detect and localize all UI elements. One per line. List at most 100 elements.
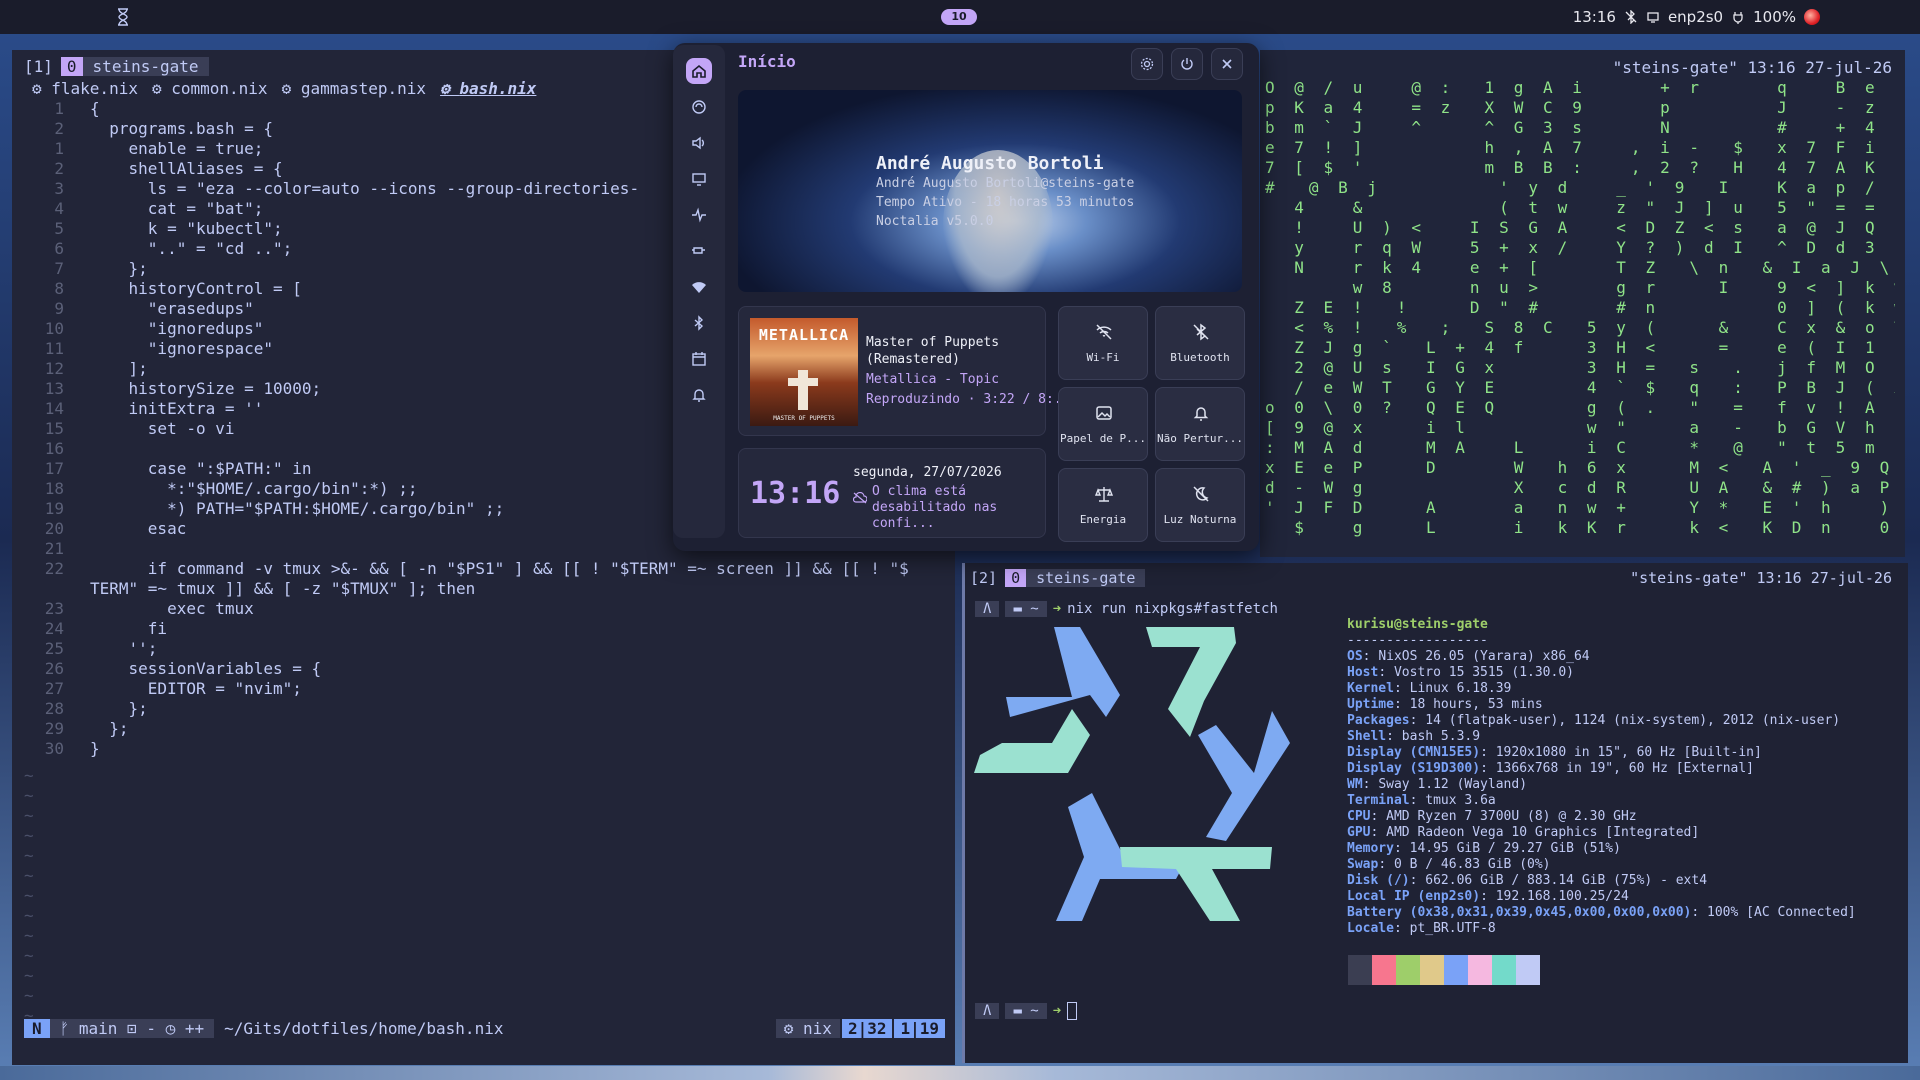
image-icon [1096,406,1112,420]
profile-uptime: Tempo Ativo - 18 horas 53 minutos [876,195,1135,210]
code-text: ]; [90,359,148,378]
info-row: Uptime: 18 hours, 53 mins [1347,697,1856,713]
volume-icon[interactable] [686,130,712,156]
line-number: 3 [54,179,64,198]
line-number: 22 [44,559,64,578]
settings-button[interactable] [1131,48,1163,80]
nix-icon: Ʌ [975,1003,1000,1019]
code-text: { [90,99,100,118]
tmux-status-bottom: [2] 0 steins-gate [970,569,1146,587]
line-number: 23 [44,599,64,618]
line-number: 27 [44,679,64,698]
night-light-toggle[interactable]: Luz Noturna [1155,468,1245,542]
code-text: historyControl = [ [90,279,302,298]
line-number: 1 [54,139,64,158]
code-text: programs.bash = { [90,119,274,138]
wallpaper-strip [0,1066,1920,1080]
bluetooth-off-icon[interactable] [1624,10,1638,24]
buffer-tab[interactable]: ⚙ flake.nix [32,79,138,98]
matrix-row: $ g L i k K r k < K D n 0 o [1265,518,1895,537]
hourglass-icon[interactable] [116,8,130,26]
info-row: Display (S19D300): 1366x768 in 19", 60 H… [1347,761,1856,777]
color-swatch [1444,955,1468,985]
tmux-window-name[interactable]: steins-gate [1026,569,1146,587]
code-text: fi [90,619,168,638]
cloud-off-icon [853,492,867,504]
info-colon: : [1480,745,1496,760]
buffer-tab-active[interactable]: ⚙ bash.nix [440,79,536,98]
do-not-disturb-toggle[interactable]: Não Pertur... [1155,387,1245,461]
code-line[interactable]: 28 }; [20,699,909,719]
tmux-window-number[interactable]: 0 [1005,569,1027,587]
code-line[interactable]: 25 ''; [20,639,909,659]
code-line[interactable]: 30} [20,739,909,759]
display-icon[interactable] [686,166,712,192]
line-number: 13 [44,379,64,398]
wallpaper-toggle[interactable]: Papel de P... [1058,387,1148,461]
power-plug-icon[interactable] [686,238,712,264]
folder-icon: ▬ ~ [1005,601,1047,617]
buffer-tab[interactable]: ⚙ common.nix [152,79,268,98]
info-key: Shell [1347,729,1387,744]
clock-text[interactable]: 13:16 [1573,8,1616,26]
code-line[interactable]: 26 sessionVariables = { [20,659,909,679]
energy-toggle[interactable]: Energia [1058,468,1148,542]
terminal-cursor[interactable] [1067,1002,1078,1020]
track-artist: Metallica - Topic [866,372,1000,387]
info-colon: : [1409,713,1426,728]
album-band-lettering: METALLICA [758,326,850,344]
buffer-tab[interactable]: ⚙ gammastep.nix [282,79,427,98]
tmux-window-name[interactable]: steins-gate [82,56,209,76]
info-row: Local IP (enp2s0): 192.168.100.25/24 [1347,889,1856,905]
date-text: segunda, 27/07/2026 [853,465,1002,480]
weather-text: O clima está desabilitado nas confi... [872,484,998,531]
nvim-statusline: N ᚠ main ⊡ - ◷ ++ ~/Gits/dotfiles/home/b… [24,1018,945,1038]
code-line[interactable]: 24 fi [20,619,909,639]
bluetooth-toggle[interactable]: Bluetooth [1155,306,1245,380]
code-line[interactable]: 23 exec tmux [20,599,909,619]
empty-line-marker: ~ [24,906,34,925]
network-name[interactable]: enp2s0 [1668,8,1723,26]
info-colon: : [1393,681,1410,696]
tmux-window-number[interactable]: 0 [60,56,83,76]
activity-icon[interactable] [686,202,712,228]
calendar-icon[interactable] [686,346,712,372]
matrix-row: O @ / u @ : 1 g A i + r q B e [1265,78,1880,97]
matrix-row: d - W g X c d R U A & # ) a P * [1265,478,1895,497]
line-number: 25 [44,639,64,658]
notification-bell-icon[interactable] [686,382,712,408]
home-icon[interactable] [686,58,712,84]
info-value: tmux 3.6a [1425,793,1496,808]
ethernet-icon[interactable] [1646,10,1660,24]
line-number: 7 [54,259,64,278]
workspace-indicator[interactable]: 10 [941,9,977,25]
wifi-toggle[interactable]: Wi-Fi [1058,306,1148,380]
info-value: 1366x768 in 19", 60 Hz [External] [1495,761,1754,776]
code-line[interactable]: 29 }; [20,719,909,739]
wifi-icon[interactable] [686,274,712,300]
close-button[interactable] [1211,48,1243,80]
code-line[interactable]: 27 EDITOR = "nvim"; [20,679,909,699]
code-text: *) PATH="$PATH:$HOME/.cargo/bin" ;; [90,499,505,518]
code-text: EDITOR = "nvim"; [90,679,302,698]
plug-icon[interactable] [1731,10,1745,24]
tile-label: Não Pertur... [1156,432,1244,445]
tile-label: Papel de P... [1059,432,1147,445]
line-number: 10 [44,319,64,338]
code-line[interactable]: 22 if command -v tmux >&- && [ -n "$PS1"… [20,559,909,579]
info-colon: : [1370,825,1387,840]
info-value: 14.95 GiB / 29.27 GiB (51%) [1409,841,1621,856]
bluetooth-icon[interactable] [686,310,712,336]
line-number: 29 [44,719,64,738]
shell-prompt[interactable]: Ʌ ▬ ~ ➜ [975,1002,1078,1020]
position-a: 2|32 [841,1018,893,1038]
code-line[interactable]: TERM" =~ tmux ]] && [ -z "$TMUX" ]; then [20,579,909,599]
gear-icon [1140,57,1154,71]
line-number: 1 [54,99,64,118]
session-menu-icon[interactable] [1804,9,1820,25]
audio-player-icon[interactable] [686,94,712,120]
battery-percent[interactable]: 100% [1753,8,1796,26]
line-number: 24 [44,619,64,638]
empty-line-marker: ~ [24,846,34,865]
power-button[interactable] [1171,48,1203,80]
